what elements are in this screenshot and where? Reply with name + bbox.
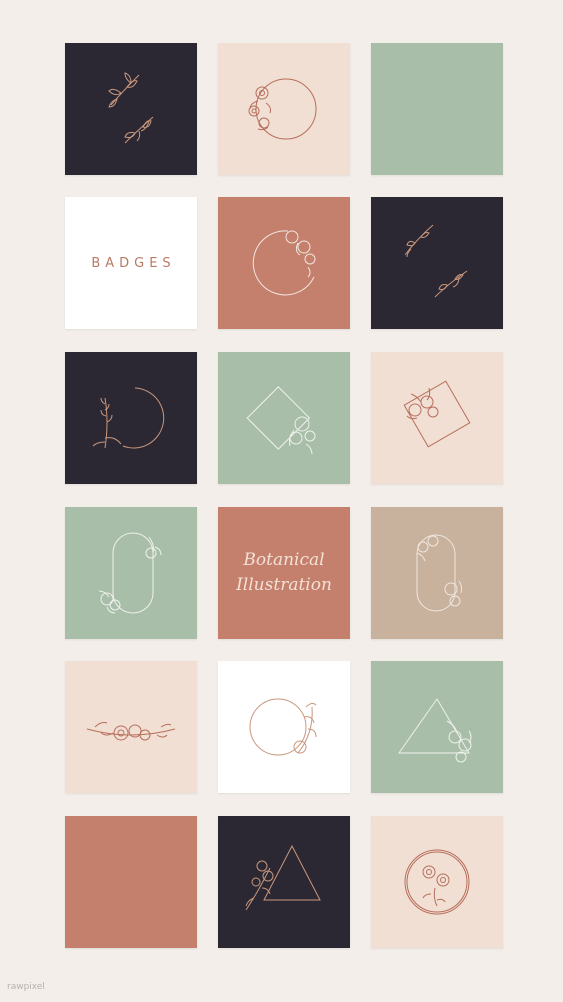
floral-crescent-icon: [252, 230, 316, 296]
two-sprigs-icon: [108, 72, 154, 144]
floral-diamond-icon: [403, 380, 471, 448]
tile-terracotta-title: Botanical Illustration: [218, 507, 350, 639]
floral-oval-icon: [98, 532, 162, 614]
floral-triangle-icon: [245, 844, 321, 911]
tile-dark-triangle: [218, 816, 350, 948]
tile-blush-garland: [65, 661, 197, 793]
tile-dark-sprigs-2: [371, 197, 503, 329]
tile-sage-triangle: [371, 661, 503, 793]
tile-blush-wreath: [218, 43, 350, 175]
tile-dark-sprigs: [65, 43, 197, 175]
floral-circle-wreath-icon: [249, 698, 317, 756]
tile-terracotta-crescent: [218, 197, 350, 329]
botanical-title: Botanical Illustration: [236, 548, 332, 598]
lavender-circle-icon: [92, 387, 165, 449]
floral-garland-icon: [86, 722, 176, 741]
tile-white-badges: BADGES: [65, 197, 197, 329]
two-sprigs-icon: [404, 224, 468, 298]
badge-grid: BADGES Botanical Illustration: [0, 0, 563, 1002]
floral-circle-wreath-icon: [248, 78, 317, 140]
floral-oval-icon: [416, 534, 463, 612]
tile-taupe-oval: [371, 507, 503, 639]
tile-sage-diamond: [218, 352, 350, 484]
tile-sage-oval: [65, 507, 197, 639]
rose-circle-icon: [404, 849, 470, 915]
tile-white-wreath: [218, 661, 350, 793]
tile-blush-rose-circle: [371, 816, 503, 948]
floral-diamond-icon: [246, 386, 316, 455]
rawpixel-watermark: rawpixel: [7, 982, 45, 992]
tile-terracotta-plain: [65, 816, 197, 948]
floral-triangle-icon: [398, 698, 472, 763]
tile-dark-lavender: [65, 352, 197, 484]
tile-blush-diamond: [371, 352, 503, 484]
botanical-line-1: Botanical: [243, 550, 325, 570]
tile-sage-plain: [371, 43, 503, 175]
badges-title: BADGES: [91, 255, 176, 271]
botanical-line-2: Illustration: [236, 575, 332, 595]
